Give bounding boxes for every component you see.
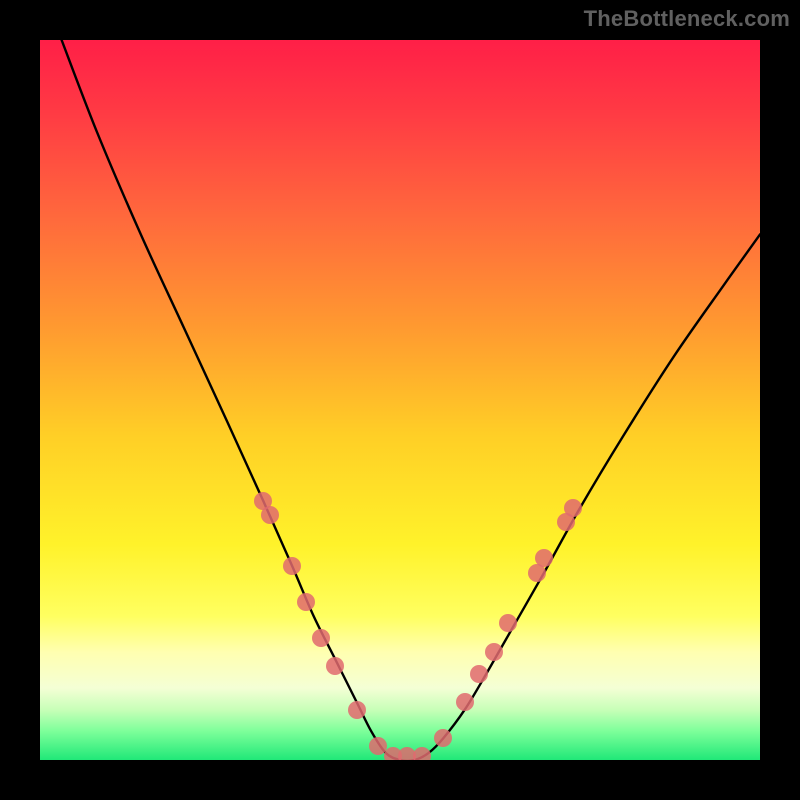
chart-stage: TheBottleneck.com — [0, 0, 800, 800]
data-marker — [326, 657, 344, 675]
data-marker — [297, 593, 315, 611]
data-marker — [485, 643, 503, 661]
data-marker — [535, 549, 553, 567]
data-marker — [456, 693, 474, 711]
data-marker — [470, 665, 488, 683]
bottleneck-curve — [40, 40, 760, 760]
data-marker — [261, 506, 279, 524]
data-marker — [434, 729, 452, 747]
data-marker — [413, 747, 431, 760]
data-marker — [348, 701, 366, 719]
watermark-text: TheBottleneck.com — [584, 6, 790, 32]
data-marker — [312, 629, 330, 647]
data-marker — [499, 614, 517, 632]
data-marker — [564, 499, 582, 517]
plot-area — [40, 40, 760, 760]
data-marker — [283, 557, 301, 575]
